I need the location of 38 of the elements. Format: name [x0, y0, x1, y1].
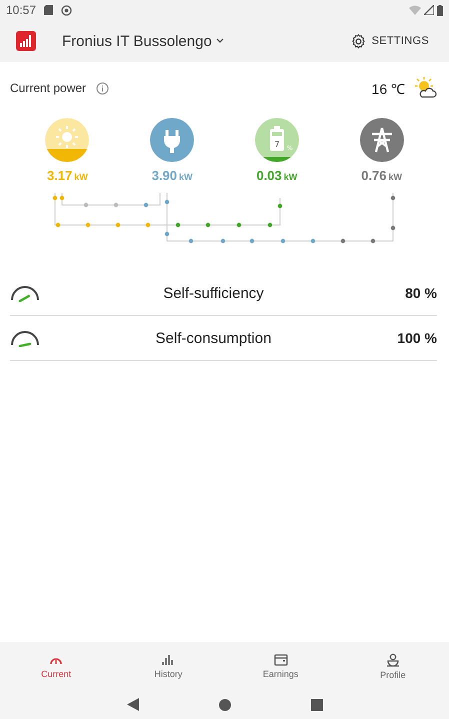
metric-label: Self-sufficiency — [162, 284, 265, 302]
home-icon[interactable] — [218, 698, 230, 710]
settings-button[interactable]: SETTINGS — [344, 32, 435, 50]
power-value: 3.90 kW — [152, 168, 193, 183]
power-value: 0.03 kW — [256, 168, 298, 183]
temperature: 16 ℃ — [372, 80, 405, 98]
chevron-down-icon — [216, 38, 224, 44]
section-title: Current power — [10, 81, 86, 95]
info-icon[interactable] — [96, 82, 110, 94]
bar-chart-icon — [161, 654, 176, 666]
metric-value: 100 % — [396, 330, 437, 346]
wifi-icon — [409, 5, 421, 15]
sun-icon — [45, 118, 90, 162]
metric-label: Self-consumption — [154, 330, 272, 346]
plug-icon — [150, 118, 194, 162]
battery-icon — [437, 4, 443, 16]
sync-icon — [61, 4, 72, 16]
wallet-icon — [274, 654, 288, 666]
nav-tab[interactable]: Earnings — [224, 642, 337, 690]
plant-selector[interactable]: Fronius IT Bussolengo — [62, 32, 224, 50]
sun-cloud-icon — [413, 77, 437, 99]
nav-tab[interactable]: Current — [0, 642, 112, 690]
nav-tab[interactable]: History — [112, 642, 224, 690]
metric-value: 80 % — [404, 285, 437, 301]
app-logo-icon[interactable] — [16, 31, 36, 51]
clock: 10:57 — [6, 3, 36, 17]
recents-icon[interactable] — [310, 698, 322, 710]
power-tower-icon — [360, 118, 404, 162]
person-icon — [386, 652, 400, 666]
back-icon[interactable] — [126, 698, 138, 711]
gauge-icon — [10, 284, 42, 302]
sd-card-icon — [44, 5, 54, 15]
gauge-icon — [10, 329, 42, 347]
power-value: 3.17 kW — [46, 168, 88, 183]
power-value: 0.76 kW — [361, 168, 402, 183]
nav-tab[interactable]: Profile — [336, 642, 449, 690]
signal-icon — [424, 5, 434, 15]
settings-icon — [350, 34, 366, 48]
